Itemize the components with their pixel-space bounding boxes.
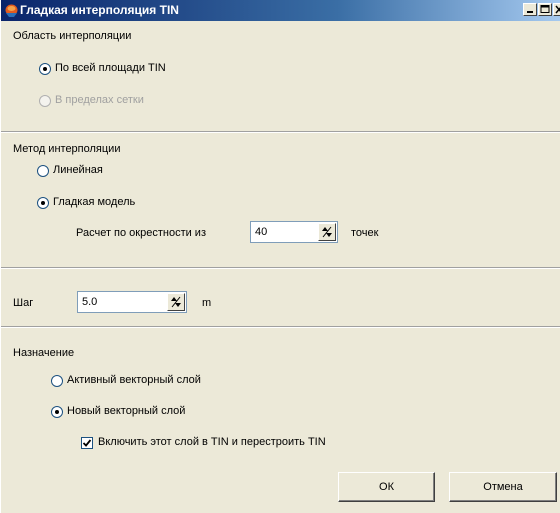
separator	[1, 326, 560, 328]
neighborhood-unit: точек	[351, 227, 379, 239]
minimize-button[interactable]	[523, 3, 537, 16]
minimize-icon	[527, 11, 533, 13]
dialog-content: Область интерполяции По всей площади TIN…	[1, 21, 560, 513]
method-section-label: Метод интерполяции	[13, 143, 121, 155]
title-bar[interactable]: Гладкая интерполяция TIN	[1, 0, 560, 21]
neighborhood-stepper[interactable]: 40	[250, 221, 338, 243]
area-grid-label: В пределах сетки	[55, 94, 144, 106]
step-value: 5.0	[82, 296, 98, 308]
step-spin-button[interactable]	[167, 293, 185, 311]
cancel-button[interactable]: Отмена	[449, 472, 557, 502]
include-in-tin-checkbox[interactable]	[81, 437, 93, 449]
area-full-label[interactable]: По всей площади TIN	[55, 62, 166, 74]
include-in-tin-label[interactable]: Включить этот слой в TIN и перестроить T…	[98, 436, 326, 448]
close-icon	[555, 5, 560, 14]
close-button[interactable]	[553, 3, 560, 16]
step-stepper[interactable]: 5.0	[77, 291, 187, 313]
app-icon	[4, 3, 19, 18]
neighborhood-value: 40	[255, 226, 268, 238]
dialog-window: Гладкая интерполяция TIN Область интерпо…	[0, 0, 560, 513]
maximize-button[interactable]	[538, 3, 552, 16]
area-grid-radio	[39, 95, 51, 107]
window-title: Гладкая интерполяция TIN	[20, 3, 179, 17]
area-full-radio[interactable]	[39, 63, 51, 75]
neighborhood-label: Расчет по окрестности из	[76, 227, 206, 239]
spin-updown-icon	[171, 296, 181, 308]
dest-new-layer-label[interactable]: Новый векторный слой	[67, 405, 185, 417]
method-smooth-label[interactable]: Гладкая модель	[53, 196, 135, 208]
spin-updown-icon	[322, 226, 332, 238]
step-label: Шаг	[13, 297, 34, 309]
method-linear-label[interactable]: Линейная	[53, 164, 103, 176]
separator	[1, 267, 560, 269]
maximize-icon	[540, 5, 550, 13]
area-section-label: Область интерполяции	[13, 30, 132, 42]
neighborhood-spin-button[interactable]	[318, 223, 336, 241]
step-unit: m	[202, 297, 212, 309]
separator	[1, 131, 560, 133]
destination-section-label: Назначение	[13, 347, 75, 359]
dest-active-layer-label[interactable]: Активный векторный слой	[67, 374, 201, 386]
ok-button[interactable]: ОК	[338, 472, 435, 502]
dest-new-layer-radio[interactable]	[51, 406, 63, 418]
checkmark-icon	[82, 439, 92, 447]
method-linear-radio[interactable]	[37, 165, 49, 177]
method-smooth-radio[interactable]	[37, 197, 49, 209]
dest-active-layer-radio[interactable]	[51, 375, 63, 387]
